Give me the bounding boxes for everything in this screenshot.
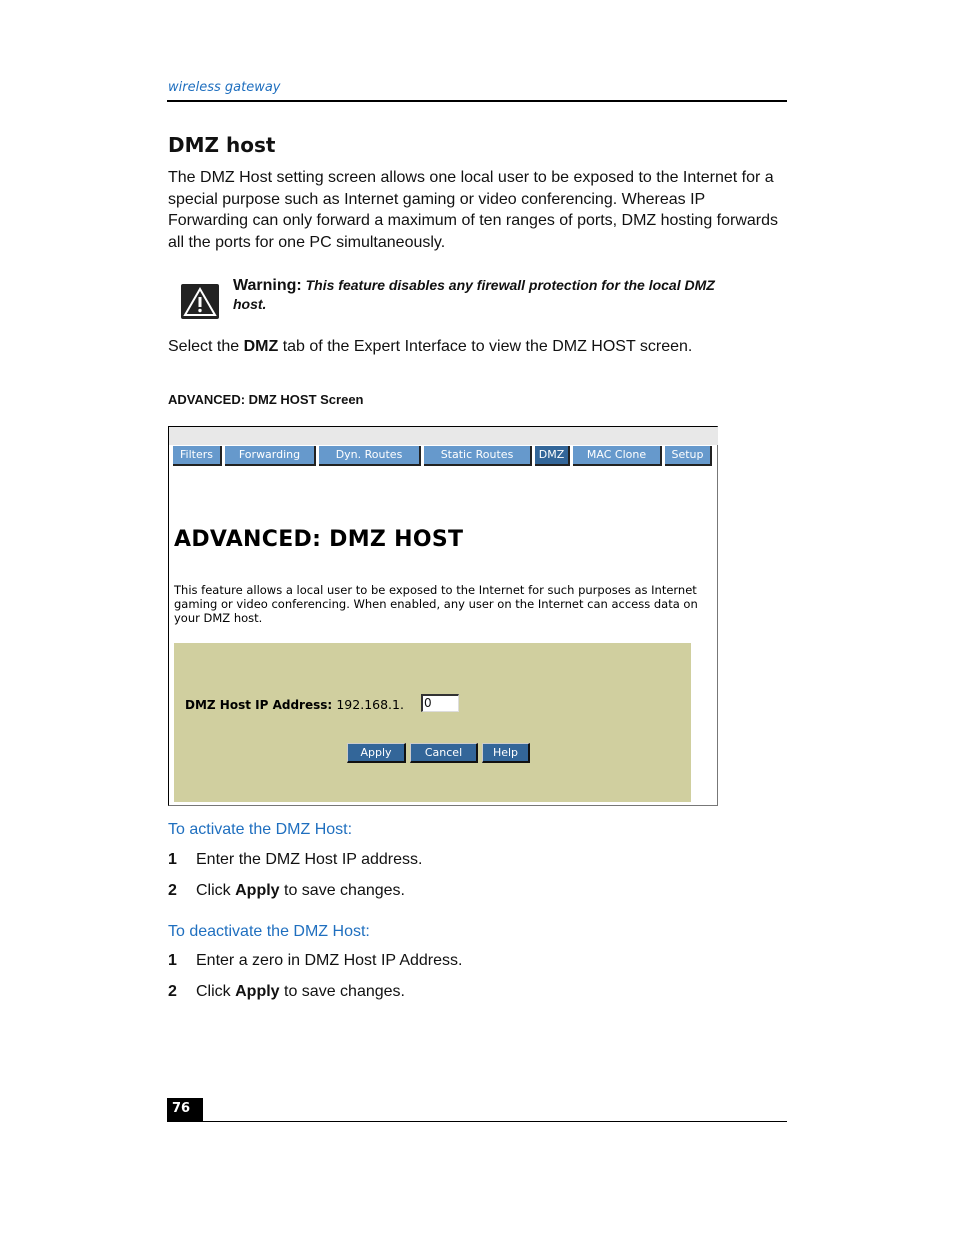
warning-text: This feature disables any firewall prote… xyxy=(233,277,715,312)
tab-mac-clone[interactable]: MAC Clone xyxy=(573,446,662,466)
page-number: 76 xyxy=(167,1098,203,1122)
screen-title: ADVANCED: DMZ HOST xyxy=(174,527,464,552)
activate-step-1: 1 Enter the DMZ Host IP address. xyxy=(168,851,422,869)
tab-bar: Filters Forwarding Dyn. Routes Static Ro… xyxy=(173,446,712,466)
step-text-bold: Apply xyxy=(235,983,280,1000)
instruction-prefix: Select the xyxy=(168,338,244,355)
dmz-form-panel: DMZ Host IP Address: 192.168.1. 0 Apply … xyxy=(174,643,691,802)
help-button[interactable]: Help xyxy=(482,743,530,763)
dmz-host-screenshot: Filters Forwarding Dyn. Routes Static Ro… xyxy=(168,426,718,806)
header-rule xyxy=(167,100,787,102)
footer-rule xyxy=(167,1121,787,1122)
ip-address-label: DMZ Host IP Address: 192.168.1. xyxy=(185,697,404,712)
instruction-line: Select the DMZ tab of the Expert Interfa… xyxy=(168,338,692,356)
running-header: wireless gateway xyxy=(168,80,281,95)
deactivate-heading: To deactivate the DMZ Host: xyxy=(168,923,370,940)
step-number: 1 xyxy=(168,851,177,868)
ip-label-text: DMZ Host IP Address: xyxy=(185,698,333,712)
activate-step-2: 2 Click Apply to save changes. xyxy=(168,882,405,900)
tab-forwarding[interactable]: Forwarding xyxy=(225,446,316,466)
figure-caption: ADVANCED: DMZ HOST Screen xyxy=(168,392,364,407)
section-title: DMZ host xyxy=(168,133,276,157)
step-number: 2 xyxy=(168,983,177,1000)
step-text: Enter a zero in DMZ Host IP Address. xyxy=(196,952,463,969)
tab-dmz[interactable]: DMZ xyxy=(535,446,570,466)
deactivate-step-1: 1 Enter a zero in DMZ Host IP Address. xyxy=(168,952,462,970)
step-text-pre: Click xyxy=(196,882,236,899)
step-number: 1 xyxy=(168,952,177,969)
tab-setup[interactable]: Setup xyxy=(665,446,712,466)
instruction-bold: DMZ xyxy=(243,338,279,355)
deactivate-step-2: 2 Click Apply to save changes. xyxy=(168,983,405,1001)
cancel-button[interactable]: Cancel xyxy=(410,743,478,763)
tab-dyn-routes[interactable]: Dyn. Routes xyxy=(319,446,421,466)
ip-prefix: 192.168.1. xyxy=(336,697,404,712)
step-text: Enter the DMZ Host IP address. xyxy=(196,851,423,868)
apply-button[interactable]: Apply xyxy=(347,743,406,763)
step-text-pre: Click xyxy=(196,983,236,1000)
screen-description: This feature allows a local user to be e… xyxy=(174,583,698,625)
activate-heading: To activate the DMZ Host: xyxy=(168,821,353,838)
dmz-ip-last-octet-input[interactable]: 0 xyxy=(421,694,459,712)
warning-label: Warning: xyxy=(233,277,302,294)
step-text-post: to save changes. xyxy=(279,983,405,1000)
step-number: 2 xyxy=(168,882,177,899)
step-text-post: to save changes. xyxy=(279,882,405,899)
warning-note: Warning: This feature disables any firew… xyxy=(233,276,733,314)
screenshot-top-bar xyxy=(169,427,718,445)
intro-paragraph: The DMZ Host setting screen allows one l… xyxy=(168,169,779,252)
tab-static-routes[interactable]: Static Routes xyxy=(424,446,532,466)
instruction-suffix: tab of the Expert Interface to view the … xyxy=(278,338,693,355)
tab-filters[interactable]: Filters xyxy=(173,446,222,466)
step-text-bold: Apply xyxy=(235,882,280,899)
warning-triangle-icon xyxy=(181,284,219,319)
